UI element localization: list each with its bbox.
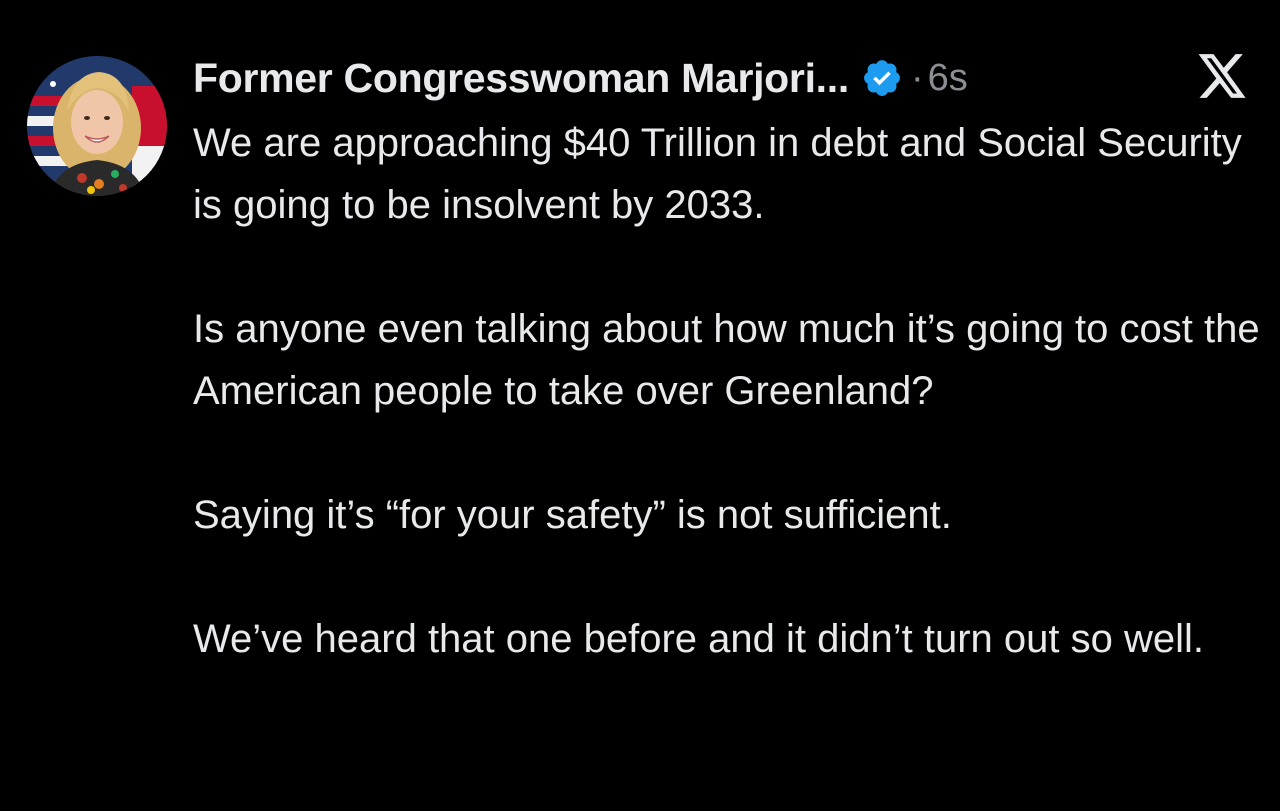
- post-paragraph: Saying it’s “for your safety” is not suf…: [193, 493, 952, 537]
- post-paragraph: We’ve heard that one before and it didn’…: [193, 617, 1204, 661]
- author-display-name[interactable]: Former Congresswoman Marjori...: [193, 55, 849, 102]
- verified-badge-icon[interactable]: [861, 57, 903, 99]
- post-timestamp[interactable]: 6s: [928, 57, 968, 100]
- x-logo-icon[interactable]: [1195, 52, 1249, 100]
- post-header: Former Congresswoman Marjori... · 6s: [193, 52, 968, 104]
- post-card: Former Congresswoman Marjori... · 6s We …: [0, 0, 1280, 811]
- post-paragraph: We are approaching $40 Trillion in debt …: [193, 121, 1242, 227]
- post-body: We are approaching $40 Trillion in debt …: [193, 112, 1268, 670]
- avatar-photo: [27, 56, 167, 196]
- avatar[interactable]: [27, 56, 167, 196]
- meta-separator: ·: [910, 56, 924, 99]
- post-paragraph: Is anyone even talking about how much it…: [193, 307, 1260, 413]
